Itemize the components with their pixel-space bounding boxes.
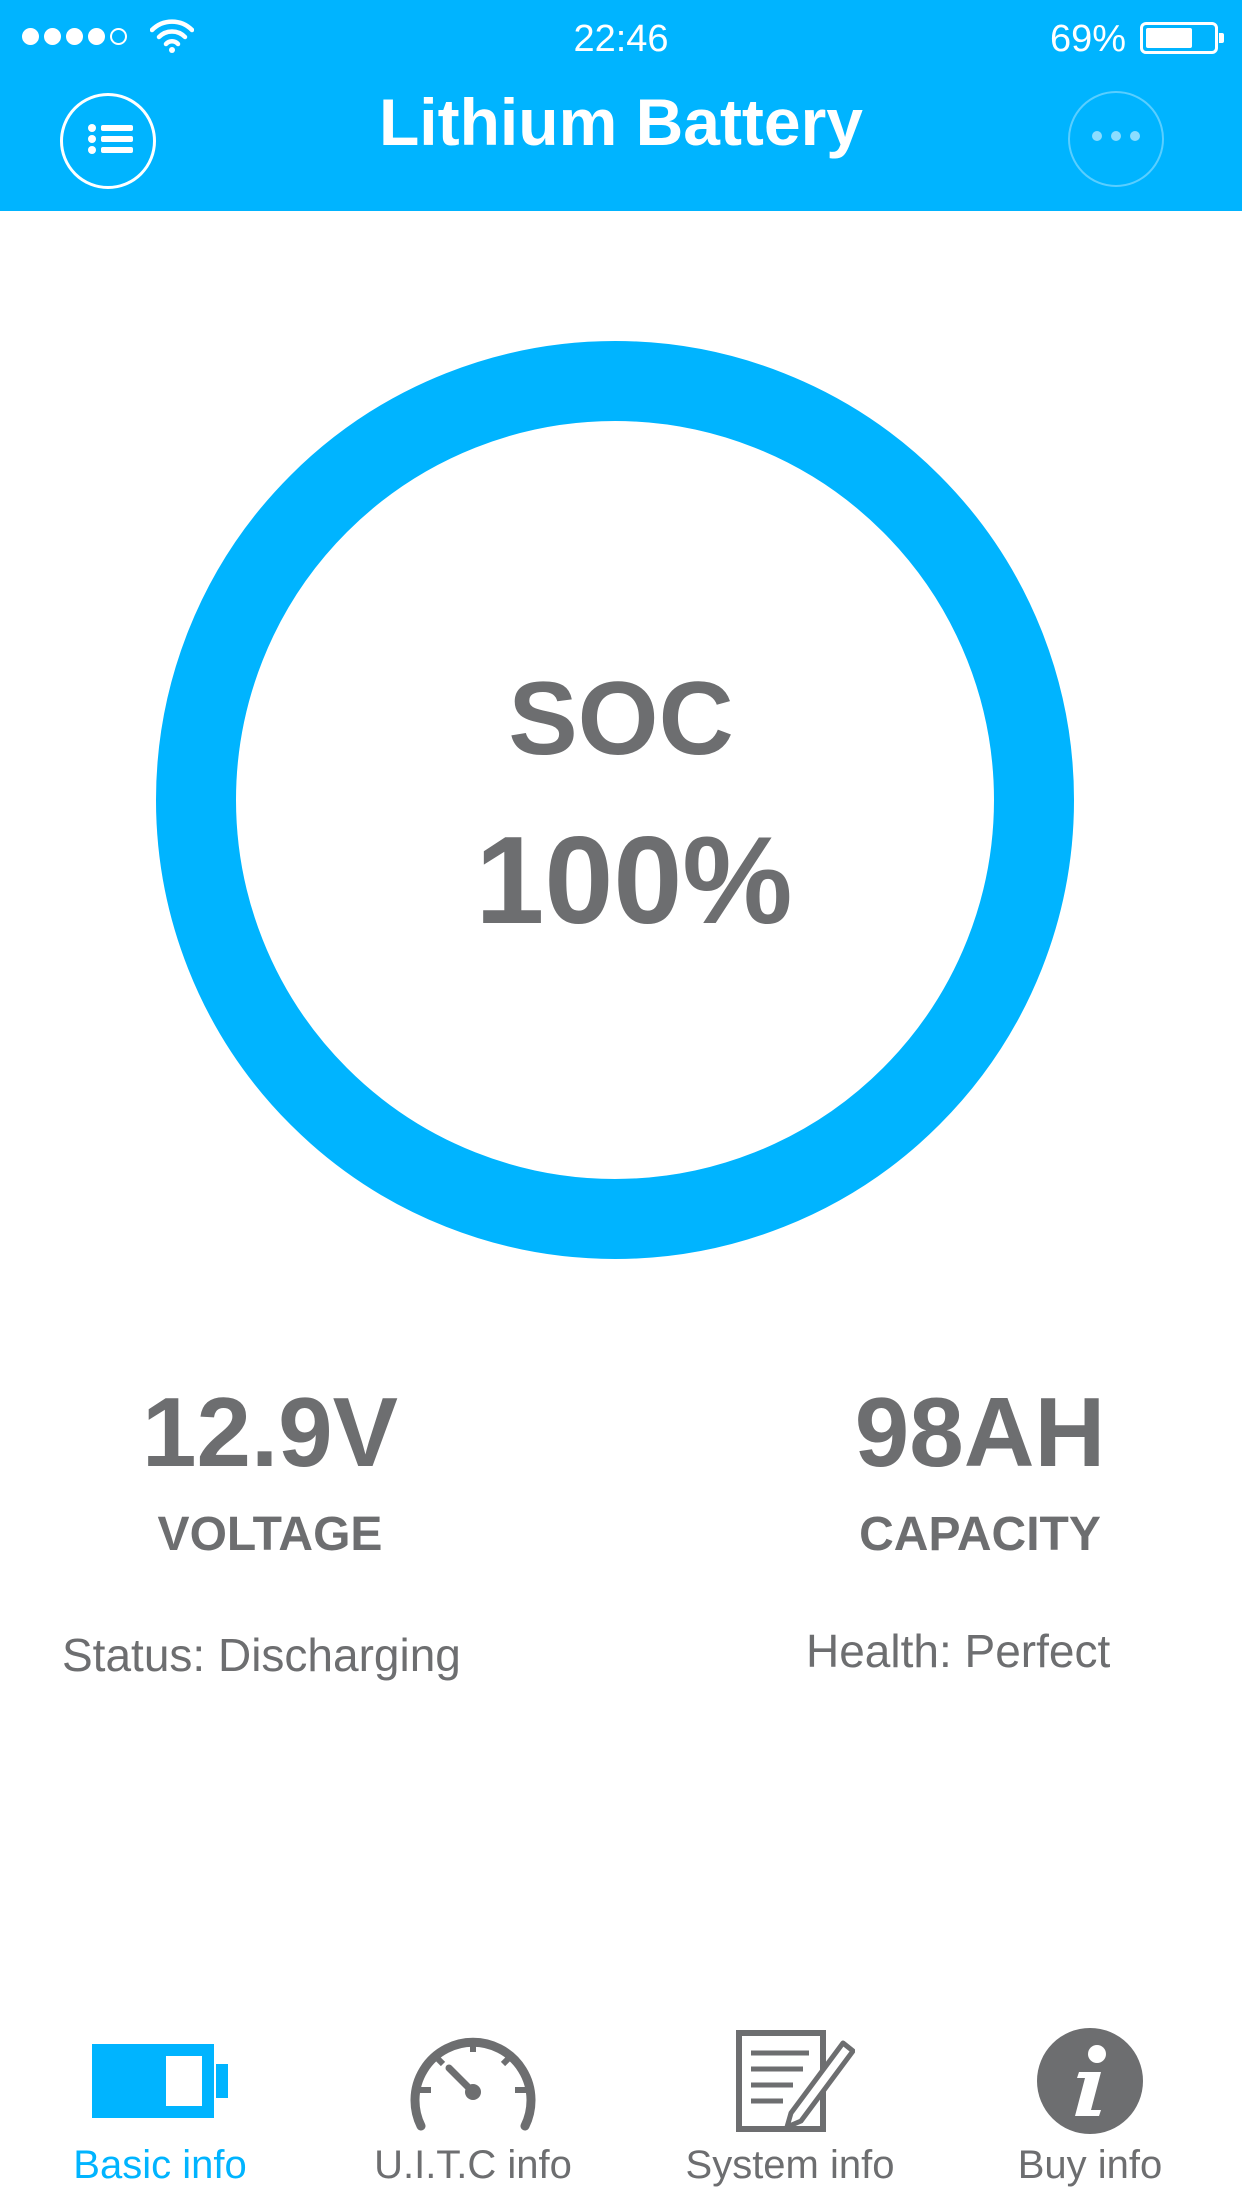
- battery-icon: [92, 2044, 228, 2118]
- page-title: Lithium Battery: [378, 85, 864, 159]
- status-battery-icon: [1140, 22, 1224, 54]
- status-battery-percent: 69%: [1049, 18, 1126, 60]
- soc-gauge: [156, 341, 1074, 1259]
- tab-buy-info-label: Buy info: [1017, 2143, 1163, 2187]
- soc-value: 100%: [475, 812, 793, 950]
- tab-system-info-label: System info: [685, 2143, 895, 2187]
- status-bar: 22:46 69%: [0, 0, 1242, 74]
- capacity-stat: 98AH CAPACITY: [820, 1376, 1140, 1562]
- tab-bar: Basic info U.I.T.C info System info Buy …: [0, 2008, 1242, 2208]
- tab-system-info[interactable]: System info: [640, 2008, 940, 2208]
- more-button[interactable]: [1068, 91, 1164, 187]
- voltage-stat: 12.9V VOLTAGE: [120, 1376, 420, 1562]
- soc-gauge-arc: [156, 341, 1074, 1259]
- voltage-label: VOLTAGE: [157, 1508, 383, 1561]
- app-header: 22:46 69% Lithium Battery: [0, 0, 1242, 211]
- voltage-value: 12.9V: [141, 1377, 399, 1487]
- tab-uitc-info-label: U.I.T.C info: [374, 2143, 572, 2187]
- tab-uitc-info[interactable]: U.I.T.C info: [323, 2008, 623, 2208]
- more-dots-icon: [1070, 131, 1162, 141]
- info-icon: [1037, 2028, 1143, 2134]
- status-text: Status: Discharging: [62, 1629, 461, 1681]
- health-text: Health: Perfect: [806, 1625, 1111, 1677]
- capacity-label: CAPACITY: [859, 1508, 1101, 1561]
- soc-label: SOC: [508, 661, 734, 777]
- speedometer-icon: [410, 2037, 536, 2131]
- tab-buy-info[interactable]: Buy info: [940, 2008, 1240, 2208]
- capacity-value: 98AH: [854, 1377, 1106, 1487]
- document-edit-icon: [736, 2030, 855, 2132]
- tab-basic-info-label: Basic info: [73, 2143, 247, 2187]
- tab-basic-info[interactable]: Basic info: [10, 2008, 310, 2208]
